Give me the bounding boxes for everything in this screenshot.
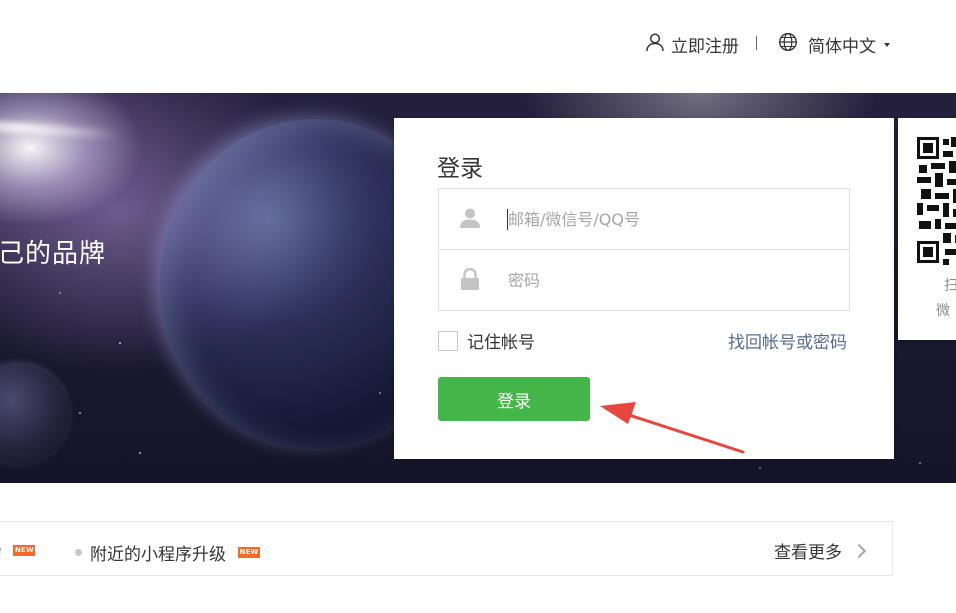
password-input[interactable] xyxy=(508,266,828,294)
remember-label: 记住帐号 xyxy=(467,333,535,353)
register-label: 立即注册 xyxy=(671,37,739,57)
banner-slogan: 己的品牌 xyxy=(0,239,107,269)
news-item[interactable]: 附近的小程序升级 NEW xyxy=(75,540,260,565)
view-more-label: 查看更多 xyxy=(774,543,842,563)
new-badge: NEW xyxy=(238,547,260,558)
remember-account-checkbox[interactable]: 记住帐号 xyxy=(438,328,535,353)
register-link[interactable]: 立即注册 xyxy=(645,32,739,57)
view-more-link[interactable]: 查看更多 xyxy=(774,538,867,563)
bullet-dot-icon xyxy=(75,549,82,556)
caret-down-icon xyxy=(884,42,890,47)
account-field[interactable] xyxy=(438,188,850,250)
news-item-label: e xyxy=(0,540,1,560)
qr-caption-line2: 微 xyxy=(936,303,950,319)
user-icon xyxy=(459,207,481,233)
recover-account-link[interactable]: 找回帐号或密码 xyxy=(728,328,847,353)
language-label: 简体中文 xyxy=(808,37,876,57)
login-title: 登录 xyxy=(437,156,483,182)
top-header: 立即注册 简体中文 xyxy=(0,0,956,93)
header-divider xyxy=(756,36,757,50)
qr-code-icon xyxy=(917,137,956,265)
news-item[interactable]: e NEW xyxy=(0,540,36,560)
lock-icon xyxy=(459,267,481,294)
login-button[interactable]: 登录 xyxy=(438,377,590,421)
chevron-right-icon xyxy=(851,543,867,558)
language-selector[interactable]: 简体中文 xyxy=(778,32,890,57)
checkbox-box[interactable] xyxy=(438,330,458,351)
news-bar: e NEW 附近的小程序升级 NEW 查看更多 xyxy=(0,521,893,576)
news-item-label: 附近的小程序升级 xyxy=(90,545,226,565)
user-icon xyxy=(645,32,671,57)
qr-caption-line1: 扫 xyxy=(944,278,956,294)
qr-login-panel: 扫 微 xyxy=(898,118,956,340)
account-input[interactable] xyxy=(508,205,828,233)
password-field[interactable] xyxy=(438,249,850,311)
globe-icon xyxy=(778,32,808,57)
new-badge: NEW xyxy=(13,544,36,556)
